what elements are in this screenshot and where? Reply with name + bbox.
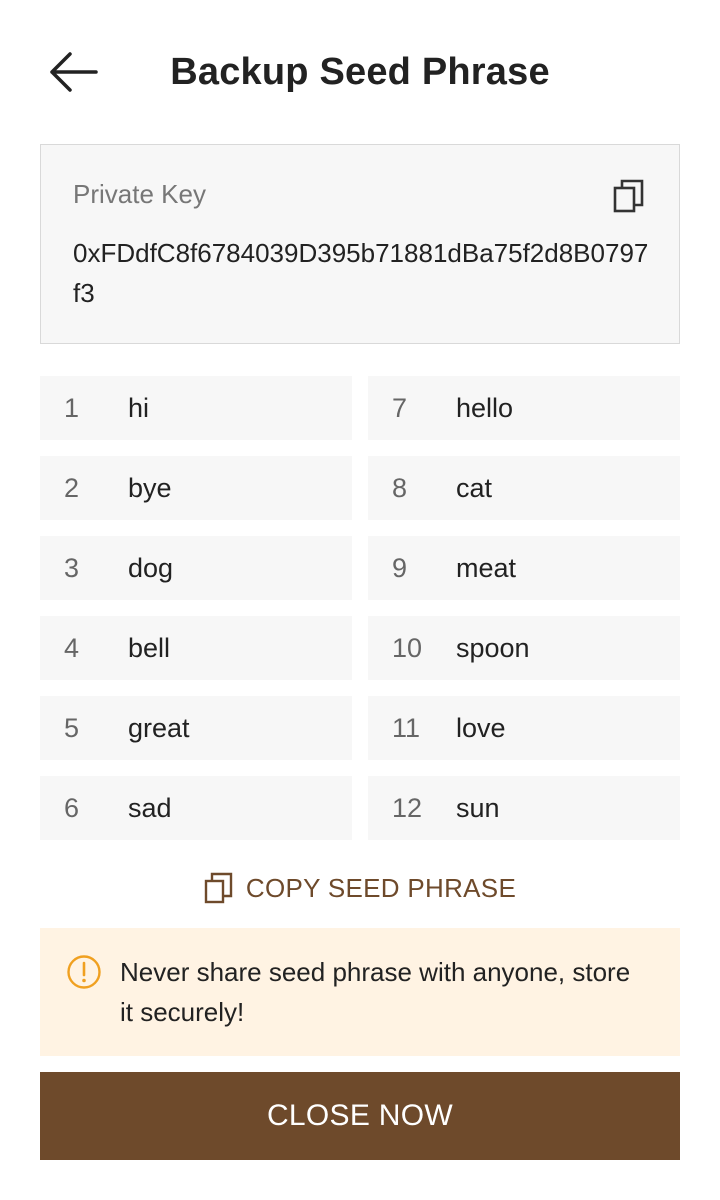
seed-word-number: 9 (392, 552, 408, 583)
seed-word-text: sad (128, 792, 172, 823)
seed-word-text: meat (456, 552, 517, 583)
seed-word-text: sun (456, 792, 500, 823)
seed-word-text: dog (128, 552, 174, 583)
private-key-value: 0xFDdfC8f6784039D395b71881dBa75f2d8B0797… (73, 238, 649, 308)
seed-word-text: love (456, 712, 506, 743)
seed-word-number: 11 (392, 712, 421, 743)
seed-word-item: 5 great (40, 696, 352, 760)
alert-circle-icon (67, 955, 101, 989)
seed-word-item: 12 sun (368, 776, 680, 840)
seed-word-text: great (128, 712, 190, 743)
seed-word-text: cat (456, 472, 493, 503)
seed-word-item: 2 bye (40, 456, 352, 520)
seed-word-item: 11 love (368, 696, 680, 760)
seed-word-text: hello (456, 392, 514, 423)
seed-word-item: 8 cat (368, 456, 680, 520)
copy-seed-phrase-button[interactable]: COPY SEED PHRASE (0, 866, 720, 910)
header: Backup Seed Phrase (0, 0, 720, 144)
warning-text: Never share seed phrase with anyone, sto… (120, 957, 631, 1027)
seed-phrase-grid: 1 hi 7 hello 2 bye 8 cat 3 dog 9 meat 4 … (40, 376, 680, 840)
seed-word-item: 9 meat (368, 536, 680, 600)
seed-word-number: 3 (64, 552, 80, 583)
seed-word-number: 5 (64, 712, 80, 743)
seed-word-text: bell (128, 632, 171, 663)
seed-word-item: 1 hi (40, 376, 352, 440)
seed-word-number: 8 (392, 472, 408, 503)
private-key-card: Private Key 0xFDdfC8f6784039D395b71881dB… (40, 144, 680, 344)
private-key-label: Private Key (73, 179, 206, 209)
seed-word-item: 4 bell (40, 616, 352, 680)
seed-word-text: hi (128, 392, 150, 423)
seed-word-text: bye (128, 472, 172, 503)
seed-word-number: 6 (64, 792, 80, 823)
copy-seed-phrase-label: COPY SEED PHRASE (245, 872, 517, 903)
seed-word-number: 2 (64, 472, 80, 503)
copy-icon (204, 872, 233, 904)
close-now-button[interactable]: CLOSE NOW (40, 1072, 680, 1160)
copy-icon (613, 179, 644, 213)
seed-word-number: 12 (392, 792, 423, 823)
seed-word-number: 1 (64, 392, 80, 423)
seed-word-item: 10 spoon (368, 616, 680, 680)
seed-word-number: 10 (392, 632, 423, 663)
warning-banner: Never share seed phrase with anyone, sto… (40, 928, 680, 1056)
seed-word-item: 7 hello (368, 376, 680, 440)
seed-word-number: 4 (64, 632, 80, 663)
page-title: Backup Seed Phrase (170, 51, 550, 93)
seed-word-item: 3 dog (40, 536, 352, 600)
seed-word-text: spoon (456, 632, 530, 663)
seed-word-item: 6 sad (40, 776, 352, 840)
seed-word-number: 7 (392, 392, 408, 423)
copy-private-key-button[interactable] (613, 179, 645, 213)
